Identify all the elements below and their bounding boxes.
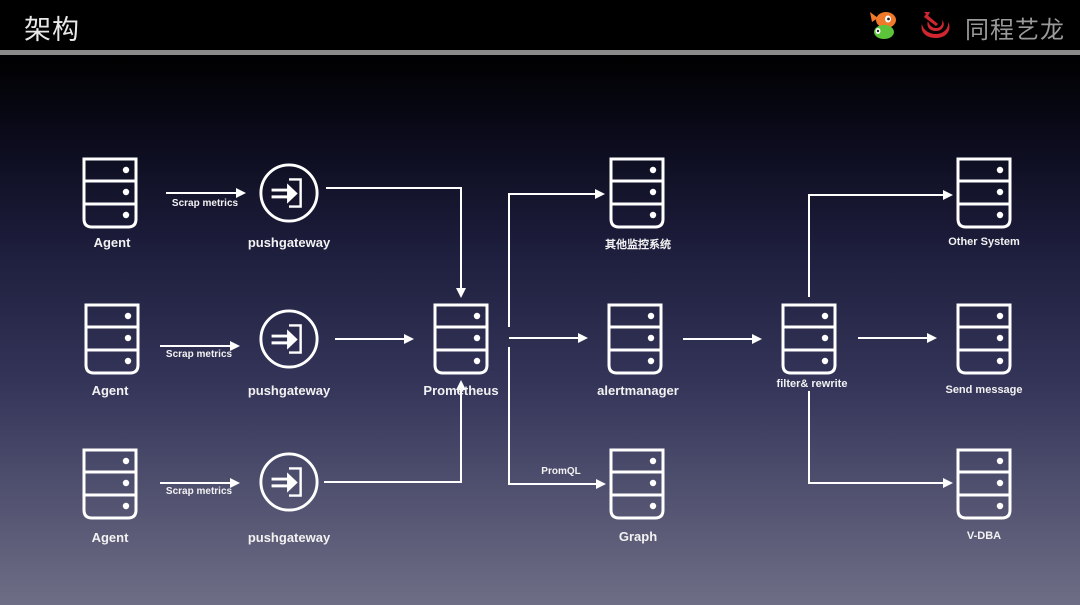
agent-3-server-icon	[82, 448, 138, 520]
slide-title: 架构	[24, 15, 80, 46]
edge-prometheus-othermonitor	[508, 189, 605, 327]
node-label-other-system: Other System	[948, 236, 1020, 248]
elong-swirl-logo-icon	[921, 12, 950, 38]
edge-label-scrap-metrics-2: Scrap metrics	[165, 349, 233, 360]
node-label-send-message: Send message	[945, 384, 1023, 396]
node-label-agent-2: Agent	[91, 383, 129, 398]
node-label-filter-rewrite: filter& rewrite	[776, 378, 848, 390]
edge-filter-vdba	[808, 391, 953, 488]
slide: 架构 同程艺龙 Agent Agent Agent pushgateway pu…	[0, 0, 1080, 605]
node-label-vdba: V-DBA	[966, 530, 1002, 542]
diagram-canvas: Agent Agent Agent pushgateway pushgatewa…	[0, 55, 1080, 605]
pushgateway-2-icon	[259, 309, 319, 369]
edge-label-scrap-metrics-1: Scrap metrics	[171, 198, 239, 209]
other-monitor-server-icon	[609, 157, 665, 229]
edge-prometheus-graph	[508, 347, 606, 489]
pushgateway-1-icon	[259, 163, 319, 223]
agent-1-server-icon	[82, 157, 138, 229]
pushgateway-3-icon	[259, 452, 319, 512]
node-label-pushgateway-1: pushgateway	[247, 235, 331, 250]
slide-header: 架构 同程艺龙	[0, 0, 1080, 50]
node-label-agent-1: Agent	[93, 235, 131, 250]
node-label-prometheus: Prometheus	[423, 383, 499, 398]
node-label-pushgateway-2: pushgateway	[247, 383, 331, 398]
brand-name: 同程艺龙	[965, 16, 1065, 44]
edge-label-promql: PromQL	[541, 466, 581, 477]
other-system-server-icon	[956, 157, 1012, 229]
node-label-other-monitor: 其他监控系统	[605, 239, 671, 251]
edge-label-scrap-metrics-3: Scrap metrics	[165, 486, 233, 497]
node-label-alertmanager: alertmanager	[597, 383, 679, 398]
vdba-server-icon	[956, 448, 1012, 520]
edge-filter-othersystem	[808, 190, 953, 297]
filter-server-icon	[781, 303, 837, 375]
alertmanager-server-icon	[607, 303, 663, 375]
clownfish-logo-icon	[870, 12, 896, 39]
architecture-diagram	[82, 157, 1012, 520]
send-message-server-icon	[956, 303, 1012, 375]
node-label-pushgateway-3: pushgateway	[247, 530, 331, 545]
graph-server-icon	[609, 448, 665, 520]
node-label-graph: Graph	[618, 529, 658, 544]
node-label-agent-3: Agent	[91, 530, 129, 545]
agent-2-server-icon	[84, 303, 140, 375]
edge-push1-prometheus	[326, 187, 466, 298]
prometheus-server-icon	[433, 303, 489, 375]
